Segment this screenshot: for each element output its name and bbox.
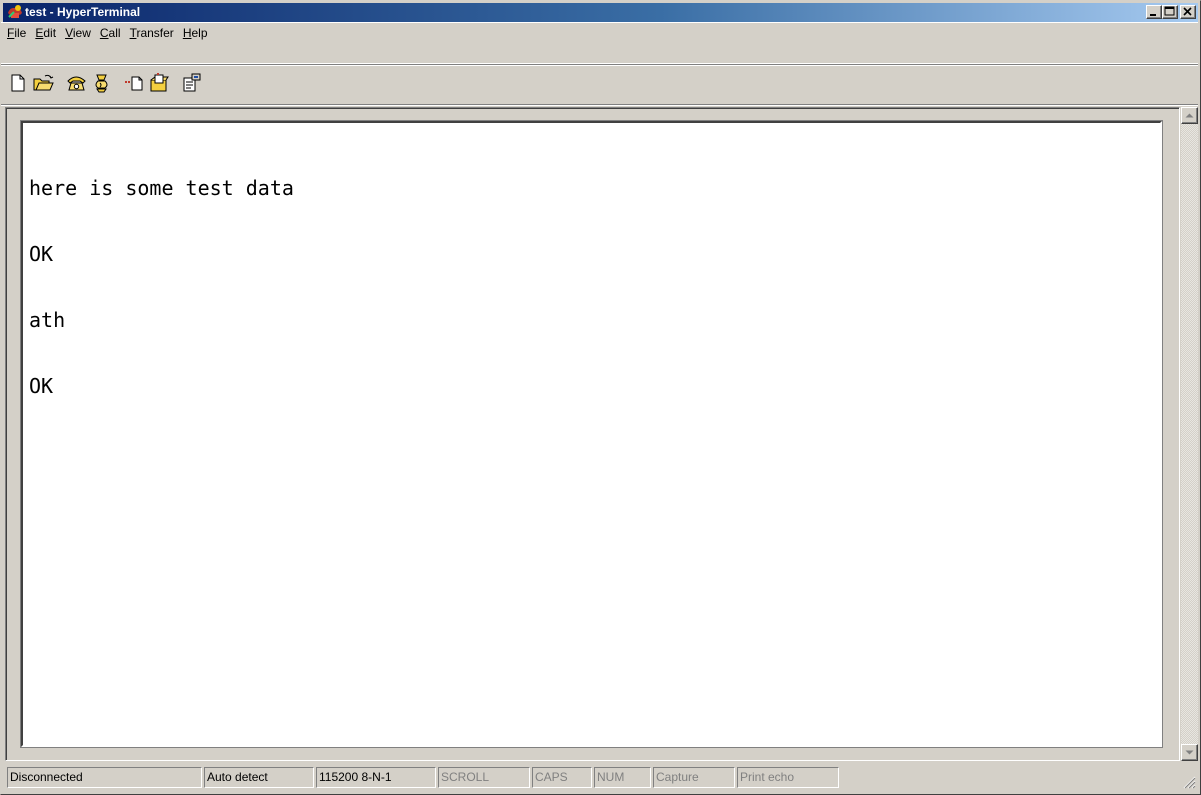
arrow-up-icon xyxy=(1185,113,1194,118)
send-button[interactable] xyxy=(123,72,146,94)
menu-edit[interactable]: Edit xyxy=(31,24,60,40)
minimize-icon xyxy=(1150,14,1156,16)
menu-bar: File Edit View Call Transfer Help xyxy=(1,22,1198,43)
maximize-icon xyxy=(1164,6,1175,16)
send-file-icon xyxy=(125,76,143,91)
open-button[interactable] xyxy=(32,72,55,94)
terminal-line: here is some test data xyxy=(29,176,294,200)
status-port-settings: 115200 8-N-1 xyxy=(316,767,436,788)
status-num: NUM xyxy=(594,767,651,788)
new-connection-button[interactable] xyxy=(7,72,30,94)
terminal-line: ath xyxy=(29,308,66,332)
status-capture: Capture xyxy=(653,767,735,788)
window-title: test - HyperTerminal xyxy=(25,5,141,19)
terminal-frame: here is some test data OK ath OK xyxy=(5,107,1180,761)
vertical-scrollbar[interactable] xyxy=(1181,107,1198,761)
call-button[interactable] xyxy=(65,72,88,94)
terminal-line: OK xyxy=(29,242,54,266)
terminal-output: here is some test data OK ath OK xyxy=(29,133,294,441)
resize-grip-icon[interactable] xyxy=(1183,776,1196,789)
receive-button[interactable] xyxy=(148,72,171,94)
disconnect-button[interactable] xyxy=(90,72,113,94)
title-bar[interactable]: test - HyperTerminal xyxy=(3,3,1198,22)
status-detect: Auto detect xyxy=(204,767,314,788)
hyperterminal-window: test - HyperTerminal File Edit View Call Tra… xyxy=(0,0,1201,795)
status-caps: CAPS xyxy=(532,767,592,788)
terminal-backdrop: here is some test data OK ath OK xyxy=(6,108,1179,760)
properties-button[interactable] xyxy=(181,72,204,94)
maximize-button[interactable] xyxy=(1162,5,1178,19)
disconnect-phone-icon xyxy=(95,74,108,93)
arrow-down-icon xyxy=(1185,750,1194,755)
receive-file-icon xyxy=(150,73,169,92)
terminal-screen[interactable]: here is some test data OK ath OK xyxy=(20,120,1163,748)
terminal-line: OK xyxy=(29,374,54,398)
open-folder-icon xyxy=(33,74,54,91)
close-button[interactable] xyxy=(1180,5,1196,19)
status-connection: Disconnected xyxy=(7,767,202,788)
toolbar xyxy=(1,64,1198,101)
menu-view[interactable]: View xyxy=(61,24,95,40)
menu-transfer[interactable]: Transfer xyxy=(126,24,178,40)
scroll-down-button[interactable] xyxy=(1181,744,1198,761)
hyperterminal-app-icon[interactable] xyxy=(6,4,24,20)
minimize-button[interactable] xyxy=(1146,5,1162,19)
status-print-echo: Print echo xyxy=(737,767,839,788)
status-bar: Disconnected Auto detect 115200 8-N-1 SC… xyxy=(1,766,1198,792)
toolbar-bottom-highlight xyxy=(1,105,1198,106)
menu-call[interactable]: Call xyxy=(96,24,125,40)
menu-file[interactable]: File xyxy=(3,24,30,40)
new-document-icon xyxy=(11,74,25,92)
status-scroll: SCROLL xyxy=(438,767,530,788)
connect-phone-icon xyxy=(67,76,86,91)
menu-help[interactable]: Help xyxy=(179,24,212,40)
properties-icon xyxy=(183,73,201,92)
scroll-up-button[interactable] xyxy=(1181,107,1198,124)
close-icon xyxy=(1183,7,1192,16)
